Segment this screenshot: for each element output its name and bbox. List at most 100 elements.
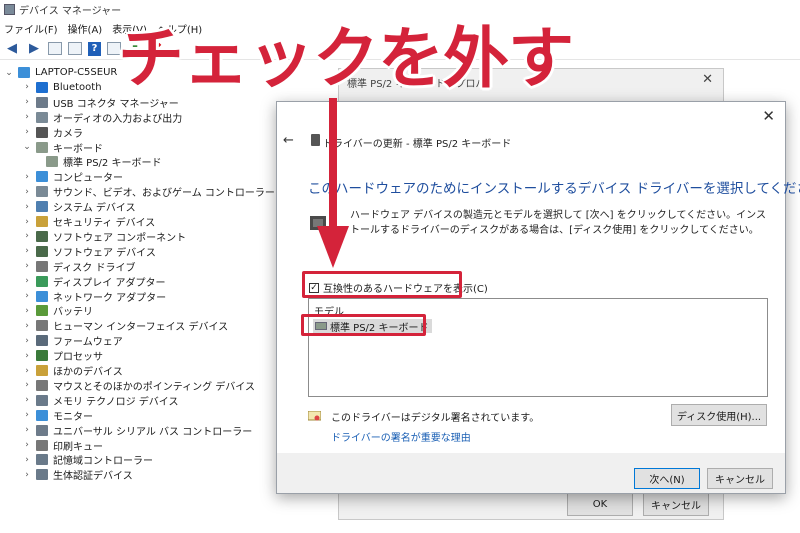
tree-item[interactable]: › オーディオの入力および出力: [22, 110, 182, 125]
tree-item-label: ユニバーサル シリアル バス コントローラー: [53, 426, 253, 438]
expand-caret-icon[interactable]: ›: [22, 440, 32, 450]
tree-item[interactable]: › ソフトウェア コンポーネント: [22, 229, 186, 244]
tree-item-label: ほかのデバイス: [53, 367, 123, 378]
expand-caret-icon[interactable]: ›: [22, 380, 32, 390]
expand-caret-icon[interactable]: ›: [22, 321, 32, 331]
computer-icon: [36, 171, 48, 183]
next-button[interactable]: 次へ(N): [634, 468, 700, 489]
expand-caret-icon[interactable]: ›: [22, 470, 32, 480]
tree-item[interactable]: 標準 PS/2 キーボード: [46, 154, 161, 169]
dialog-heading: このハードウェアのためにインストールするデバイス ドライバーを選択してください。: [308, 181, 800, 197]
firmware-icon: [36, 335, 48, 347]
expand-caret-icon[interactable]: ›: [22, 172, 32, 182]
tree-item-label: カメラ: [53, 128, 83, 140]
expand-caret-icon[interactable]: ›: [22, 276, 32, 286]
dialog-title: ドライバーの更新 - 標準 PS/2 キーボード: [323, 139, 512, 150]
back-arrow-icon[interactable]: ◀: [4, 41, 20, 57]
back-arrow-icon[interactable]: ←: [283, 133, 294, 148]
keyboard-icon: [36, 141, 48, 153]
tree-item-label: オーディオの入力および出力: [53, 113, 183, 125]
tree-item-label: モニター: [53, 411, 93, 423]
help-icon[interactable]: ?: [88, 41, 101, 56]
tree-item[interactable]: › カメラ: [22, 125, 83, 140]
expand-caret-icon[interactable]: ›: [22, 351, 32, 361]
usb-controller-icon: [36, 424, 48, 436]
expand-caret-icon[interactable]: ›: [22, 306, 32, 316]
expand-caret-icon[interactable]: ›: [22, 410, 32, 420]
annotation-text: チェックを外す: [118, 20, 574, 97]
tree-item[interactable]: › USB コネクタ マネージャー: [22, 95, 179, 110]
tree-item-label: セキュリティ デバイス: [53, 218, 156, 229]
tree-item[interactable]: › ソフトウェア デバイス: [22, 244, 156, 259]
device-tree: ⌄ LAPTOP-C5SEUR › Bluetooth › USB コネクタ マネージ…: [0, 62, 280, 533]
tree-item-label: マウスとそのほかのポインティング デバイス: [53, 381, 255, 393]
collapse-caret-icon[interactable]: ⌄: [4, 68, 14, 78]
signed-driver-text: このドライバーはデジタル署名されています。: [331, 413, 540, 424]
expand-caret-icon[interactable]: ›: [22, 231, 32, 241]
expand-caret-icon[interactable]: ›: [22, 217, 32, 227]
monitor-icon: [36, 409, 48, 421]
expand-caret-icon[interactable]: ›: [22, 112, 32, 122]
window-titlebar: デバイス マネージャー: [0, 0, 800, 18]
ok-button[interactable]: OK: [567, 493, 633, 516]
expand-caret-icon[interactable]: ›: [22, 127, 32, 137]
software-device-icon: [36, 245, 48, 257]
tree-item[interactable]: › ネットワーク アダプター: [22, 289, 166, 304]
tree-item[interactable]: › メモリ テクノロジ デバイス: [22, 393, 178, 408]
properties-icon[interactable]: [48, 42, 62, 55]
system-icon: [36, 201, 48, 213]
tree-item-label: メモリ テクノロジ デバイス: [53, 396, 179, 408]
expand-caret-icon[interactable]: ›: [22, 425, 32, 435]
display-icon: [36, 275, 48, 287]
expand-caret-icon[interactable]: ›: [22, 366, 32, 376]
expand-caret-icon[interactable]: ›: [22, 246, 32, 256]
expand-caret-icon[interactable]: ›: [22, 455, 32, 465]
tree-item[interactable]: › セキュリティ デバイス: [22, 214, 155, 229]
expand-caret-icon[interactable]: ›: [22, 395, 32, 405]
close-icon[interactable]: ✕: [762, 107, 775, 125]
tree-root[interactable]: ⌄ LAPTOP-C5SEUR: [4, 65, 117, 80]
expand-caret-icon[interactable]: ›: [22, 202, 32, 212]
collapse-caret-icon[interactable]: ⌄: [22, 142, 32, 152]
tree-item[interactable]: › ディスク ドライブ: [22, 259, 135, 274]
expand-caret-icon[interactable]: ›: [22, 97, 32, 107]
tree-item[interactable]: › ユニバーサル シリアル バス コントローラー: [22, 423, 252, 438]
tree-item-label: サウンド、ビデオ、およびゲーム コントローラー: [53, 188, 275, 200]
model-list[interactable]: モデル 標準 PS/2 キーボード: [308, 298, 768, 397]
tree-item[interactable]: ⌄ キーボード: [22, 140, 103, 155]
tree-item[interactable]: › ほかのデバイス: [22, 363, 123, 378]
cancel-button[interactable]: キャンセル: [707, 468, 773, 489]
tree-item[interactable]: › Bluetooth: [22, 80, 102, 95]
tree-item[interactable]: › マウスとそのほかのポインティング デバイス: [22, 378, 255, 393]
tree-item[interactable]: › システム デバイス: [22, 199, 136, 214]
tree-item[interactable]: › ヒューマン インターフェイス デバイス: [22, 318, 228, 333]
driver-signing-link[interactable]: ドライバーの署名が重要な理由: [331, 429, 471, 444]
tree-item[interactable]: › モニター: [22, 408, 93, 423]
tree-item[interactable]: › 印刷キュー: [22, 438, 103, 453]
have-disk-button[interactable]: ディスク使用(H)...: [671, 404, 767, 426]
expand-caret-icon[interactable]: ›: [22, 291, 32, 301]
tree-item[interactable]: › バッテリ: [22, 303, 93, 318]
menu-action[interactable]: 操作(A): [68, 21, 103, 36]
show-hide-tree-icon[interactable]: [68, 42, 82, 55]
disk-icon: [36, 260, 48, 272]
expand-caret-icon[interactable]: ›: [22, 261, 32, 271]
tree-item[interactable]: › 生体認証デバイス: [22, 467, 133, 482]
tree-item[interactable]: › サウンド、ビデオ、およびゲーム コントローラー: [22, 184, 275, 199]
tree-item-label: バッテリ: [53, 307, 93, 319]
tree-item[interactable]: › プロセッサ: [22, 348, 103, 363]
properties-cancel-button[interactable]: キャンセル: [643, 493, 709, 516]
sound-icon: [36, 186, 48, 198]
bluetooth-icon: [36, 81, 48, 93]
tree-item[interactable]: › ファームウェア: [22, 333, 123, 348]
expand-caret-icon[interactable]: ›: [22, 82, 32, 92]
tree-item[interactable]: › 記憶域コントローラー: [22, 452, 153, 467]
menu-file[interactable]: ファイル(F): [4, 21, 58, 36]
expand-caret-icon[interactable]: ›: [22, 336, 32, 346]
forward-arrow-icon[interactable]: ▶: [26, 41, 42, 57]
expand-caret-icon[interactable]: ›: [22, 187, 32, 197]
tree-item[interactable]: › コンピューター: [22, 169, 123, 184]
tree-item-label: ヒューマン インターフェイス デバイス: [53, 322, 229, 334]
close-icon[interactable]: ✕: [702, 72, 713, 87]
tree-item[interactable]: › ディスプレイ アダプター: [22, 274, 165, 289]
